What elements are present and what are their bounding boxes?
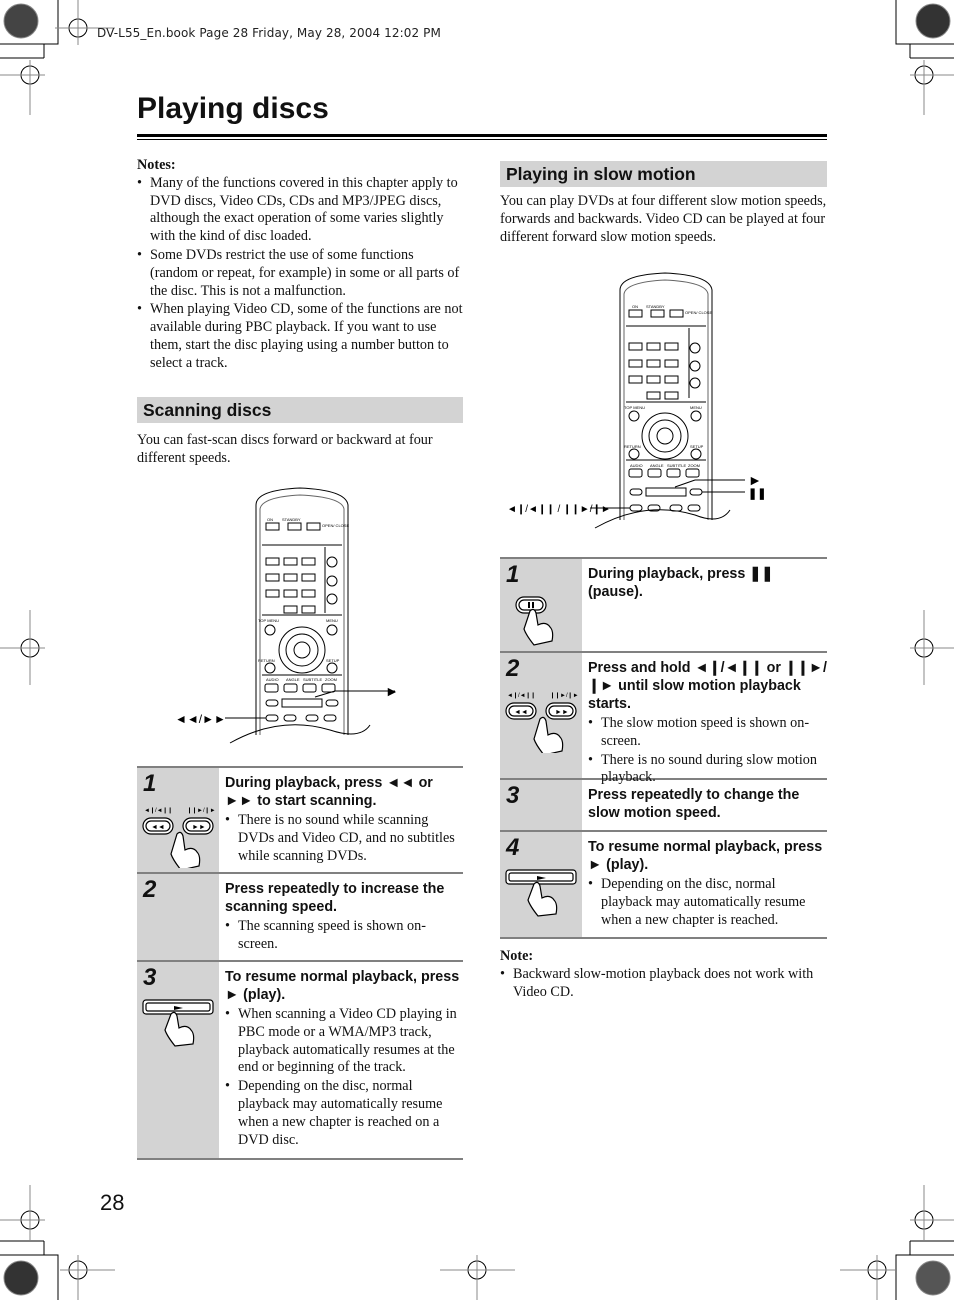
step-number: 4	[506, 834, 520, 861]
note-heading: Note:	[500, 948, 534, 964]
remote-label-angle: ANGLE	[650, 463, 664, 468]
remote-label-zoom: ZOOM	[325, 677, 337, 682]
remote-label-return: RETURN	[258, 658, 275, 663]
slow-step-2: 2 ◄❙/◄❙❙ ❙❙►/❙► ◄◄ ►► Press and hold ◄❙/◄❙…	[500, 653, 827, 785]
svg-text:◄❙/◄❙❙: ◄❙/◄❙❙	[144, 807, 173, 814]
remote-label-audio: AUDIO	[630, 463, 643, 468]
svg-text:◄◄: ◄◄	[151, 824, 165, 831]
note-block: Note: Backward slow-motion playback does…	[500, 948, 827, 1002]
remote-label-menu: MENU	[690, 405, 702, 410]
slow-motion-steps: 1 During playback, press ❚❚ (pause). 2 ◄…	[500, 557, 827, 939]
print-header: DV-L55_En.book Page 28 Friday, May 28, 2…	[97, 26, 441, 40]
remote-label-open-close: OPEN/ CLOSE	[322, 523, 349, 528]
svg-text:❙❙►/❙►: ❙❙►/❙►	[550, 692, 579, 699]
step-number: 1	[506, 561, 520, 588]
remote-label-top-menu: TOP MENU	[624, 405, 645, 410]
play-button-icon	[505, 869, 577, 917]
step-title: To resume normal playback, press ► (play…	[225, 969, 460, 1003]
callout-slow: ◄❙/◄❙❙ / ❙❙►/❙►	[507, 504, 611, 515]
scan-step-3: 3 To resume normal playback, press ► (pl…	[137, 962, 463, 1160]
step-bullet: Depending on the disc, normal playback m…	[225, 1078, 463, 1149]
remote-label-return: RETURN	[624, 444, 641, 449]
remote-label-on: ON	[267, 517, 273, 522]
step-bullet: There is no sound during slow motion pla…	[588, 752, 827, 788]
remote-label-on: ON	[632, 304, 638, 309]
note-item: Many of the functions covered in this ch…	[137, 175, 463, 246]
remote-label-top-menu: TOP MENU	[258, 618, 279, 623]
remote-label-standby: STANDBY	[646, 304, 665, 309]
remote-label-standby: STANDBY	[282, 517, 301, 522]
notes-heading: Notes:	[137, 157, 176, 173]
callout-scan: ◄◄/►►	[175, 712, 226, 726]
step-number: 3	[506, 782, 520, 809]
step-bullet: The slow motion speed is shown on-screen…	[588, 715, 827, 751]
page-title: Playing discs	[137, 92, 329, 125]
note-item: When playing Video CD, some of the funct…	[137, 301, 463, 372]
remote-label-zoom: ZOOM	[688, 463, 700, 468]
note-item: Some DVDs restrict the use of some funct…	[137, 247, 463, 300]
callout-play: ►	[385, 683, 399, 699]
step-number: 3	[143, 964, 157, 991]
title-rule	[137, 134, 827, 137]
note-item: Backward slow-motion playback does not w…	[500, 966, 827, 1002]
step-bullet: When scanning a Video CD playing in PBC …	[225, 1006, 463, 1077]
svg-text:►►: ►►	[192, 824, 206, 831]
remote-label-open-close: OPEN/ CLOSE	[685, 310, 712, 315]
remote-label-audio: AUDIO	[266, 677, 279, 682]
step-title: Press repeatedly to increase the scannin…	[225, 881, 445, 915]
step-number: 2	[506, 655, 520, 682]
section-heading-slow-motion: Playing in slow motion	[500, 161, 827, 187]
svg-text:◄❙/◄❙❙: ◄❙/◄❙❙	[507, 692, 536, 699]
remote-label-angle: ANGLE	[286, 677, 300, 682]
remote-label-setup: SETUP	[326, 658, 340, 663]
notes-block: Notes: Many of the functions covered in …	[137, 157, 463, 374]
scanning-steps: 1 ◄❙/◄❙❙ ❙❙►/❙► ◄◄ ►► During playback, pre…	[137, 766, 463, 1160]
callout-pause: ❚❚	[748, 488, 766, 500]
remote-label-subtitle: SUBTITLE	[667, 463, 686, 468]
step-bullet: Depending on the disc, normal playback m…	[588, 876, 827, 929]
page-number: 28	[100, 1190, 125, 1215]
svg-text:◄◄: ◄◄	[514, 709, 528, 716]
slow-step-3: 3 Press repeatedly to change the slow mo…	[500, 780, 827, 832]
scan-step-1: 1 ◄❙/◄❙❙ ❙❙►/❙► ◄◄ ►► During playback, pre…	[137, 768, 463, 874]
scanning-intro: You can fast-scan discs forward or backw…	[137, 432, 433, 466]
scan-step-2: 2 Press repeatedly to increase the scann…	[137, 874, 463, 962]
remote-label-menu: MENU	[326, 618, 338, 623]
callout-play: ►	[748, 472, 762, 488]
slow-motion-intro: You can play DVDs at four different slow…	[500, 193, 827, 245]
slow-step-4: 4 To resume normal playback, press ► (pl…	[500, 832, 827, 939]
slow-step-1: 1 During playback, press ❚❚ (pause).	[500, 559, 827, 653]
title-rule-thin	[137, 139, 827, 140]
notes-list: Many of the functions covered in this ch…	[137, 175, 463, 373]
slow-buttons-icon: ◄❙/◄❙❙ ❙❙►/❙► ◄◄ ►►	[505, 692, 579, 753]
step-title: Press and hold ◄❙/◄❙❙ or ❙❙►/❙► until sl…	[588, 660, 827, 712]
step-title: During playback, press ◄◄ or ►► to start…	[225, 775, 433, 809]
step-title: Press repeatedly to change the slow moti…	[588, 787, 800, 821]
section-heading-scanning: Scanning discs	[137, 397, 463, 423]
play-button-icon	[142, 999, 214, 1047]
svg-text:❙❙►/❙►: ❙❙►/❙►	[187, 807, 216, 814]
remote-label-setup: SETUP	[690, 444, 704, 449]
pause-button-icon	[515, 596, 554, 646]
scan-buttons-icon: ◄❙/◄❙❙ ❙❙►/❙► ◄◄ ►►	[142, 807, 216, 868]
remote-illustration-scanning: ON STANDBY OPEN/ CLOSE TOP MENU MENU RET…	[175, 487, 399, 744]
step-title: To resume normal playback, press ► (play…	[588, 839, 823, 873]
step-title: During playback, press ❚❚ (pause).	[588, 566, 774, 600]
svg-text:►►: ►►	[555, 709, 569, 716]
step-number: 1	[143, 770, 157, 797]
remote-label-subtitle: SUBTITLE	[303, 677, 322, 682]
step-bullet: The scanning speed is shown on-screen.	[225, 918, 463, 954]
step-number: 2	[143, 876, 157, 903]
step-bullet: There is no sound while scanning DVDs an…	[225, 812, 463, 865]
remote-illustration-slow-motion: ON STANDBY OPEN/ CLOSE TOP MENU MENU RET…	[507, 272, 766, 529]
